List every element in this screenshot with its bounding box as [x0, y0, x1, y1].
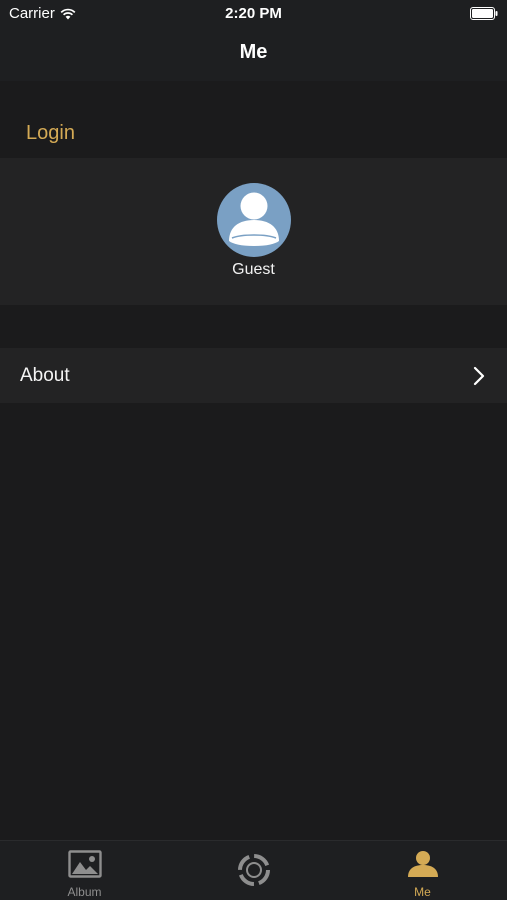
- status-time: 2:20 PM: [225, 5, 282, 22]
- camera-360-icon: [237, 854, 270, 886]
- header: Carrier 2:20 PM Me: [0, 0, 507, 81]
- tab-album[interactable]: Album: [0, 841, 169, 900]
- about-label: About: [20, 365, 70, 386]
- user-avatar-icon[interactable]: [217, 183, 291, 257]
- tab-camera[interactable]: [169, 841, 338, 900]
- nav-bar: Me: [0, 26, 507, 81]
- login-section-title: Login: [26, 122, 75, 144]
- battery-icon: [470, 7, 498, 20]
- login-section-header: Login: [0, 108, 507, 158]
- profile-name: Guest: [232, 261, 275, 278]
- person-icon: [407, 851, 438, 877]
- about-row[interactable]: About: [0, 348, 507, 403]
- me-screen: Carrier 2:20 PM Me Login Guest About Alb…: [0, 0, 507, 900]
- page-title: Me: [239, 41, 268, 63]
- profile-card[interactable]: Guest: [0, 158, 507, 305]
- tab-bar: Album Me: [0, 840, 507, 900]
- tab-album-label: Album: [67, 885, 102, 899]
- tab-me[interactable]: Me: [338, 841, 507, 900]
- chevron-right-icon: [473, 366, 485, 386]
- status-bar: Carrier 2:20 PM: [0, 0, 507, 26]
- image-icon: [67, 850, 102, 878]
- tab-me-label: Me: [414, 885, 431, 899]
